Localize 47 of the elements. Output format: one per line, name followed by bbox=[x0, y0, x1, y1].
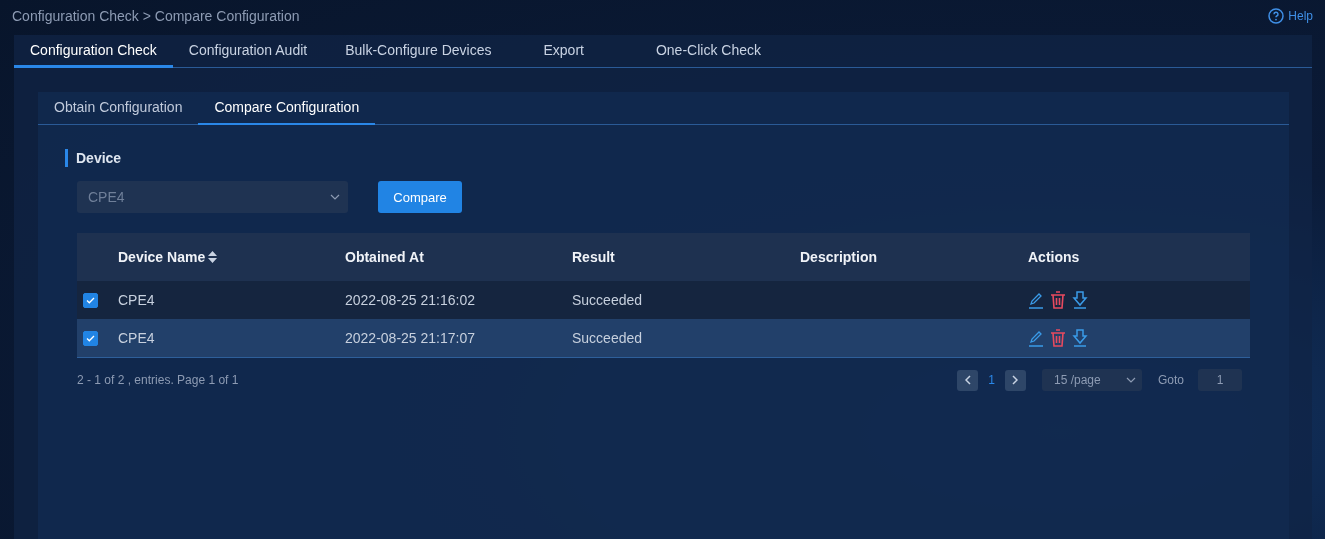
chevron-down-icon bbox=[330, 194, 340, 200]
goto-label: Goto bbox=[1158, 373, 1184, 387]
sub-tab[interactable]: Obtain Configuration bbox=[38, 92, 199, 125]
page-number[interactable]: 1 bbox=[988, 373, 995, 387]
column-header[interactable]: Device Name bbox=[118, 249, 345, 265]
tab[interactable]: Bulk-Configure Devices bbox=[329, 35, 508, 68]
section-title: Device bbox=[65, 149, 1250, 167]
chevron-left-icon bbox=[964, 375, 971, 385]
previous-page-button[interactable] bbox=[957, 369, 979, 391]
tab[interactable]: Configuration Check bbox=[14, 35, 173, 68]
help-icon bbox=[1268, 7, 1285, 24]
sub-tab[interactable]: Compare Configuration bbox=[198, 92, 376, 125]
sort-icon bbox=[208, 251, 218, 263]
help-link[interactable]: Help bbox=[1268, 7, 1313, 24]
column-header: Result bbox=[572, 249, 616, 265]
row-checkbox[interactable] bbox=[83, 292, 98, 308]
tab[interactable]: One-Click Check bbox=[639, 35, 777, 68]
row-checkbox[interactable] bbox=[83, 330, 98, 346]
table-cell-text: 2022-08-25 21:16:02 bbox=[345, 292, 476, 308]
chevron-right-icon bbox=[1012, 375, 1019, 385]
download-icon[interactable] bbox=[1072, 291, 1088, 309]
goto-field[interactable]: 1 bbox=[1198, 369, 1242, 391]
table-cell-text: CPE4 bbox=[118, 292, 156, 308]
delete-icon[interactable] bbox=[1050, 291, 1066, 309]
check-icon bbox=[86, 296, 95, 304]
edit-icon[interactable] bbox=[1028, 329, 1044, 347]
column-header: Actions bbox=[1028, 249, 1081, 265]
table-cell-text: CPE4 bbox=[118, 330, 156, 346]
tab[interactable]: Export bbox=[527, 35, 600, 68]
chevron-down-icon bbox=[1126, 377, 1136, 383]
edit-icon[interactable] bbox=[1028, 291, 1044, 309]
column-header: Description bbox=[800, 249, 878, 265]
table-row[interactable]: CPE4 2022-08-25 21:16:02 Succeeded bbox=[77, 281, 1250, 319]
download-icon[interactable] bbox=[1072, 329, 1088, 347]
table-cell-text: 2022-08-25 21:17:07 bbox=[345, 330, 476, 346]
compare-button[interactable]: Compare bbox=[378, 181, 462, 213]
column-header: Obtained At bbox=[345, 249, 425, 265]
page-size-select[interactable]: 15 /page bbox=[1042, 369, 1142, 391]
check-icon bbox=[86, 334, 95, 342]
table-cell-text: Succeeded bbox=[572, 330, 644, 346]
breadcrumb: Configuration Check > Compare Configuration bbox=[12, 7, 300, 24]
next-page-button[interactable] bbox=[1005, 369, 1026, 391]
table-cell-text: Succeeded bbox=[572, 292, 644, 308]
tab[interactable]: Configuration Audit bbox=[172, 35, 324, 68]
table-row[interactable]: CPE4 2022-08-25 21:17:07 Succeeded bbox=[77, 319, 1250, 357]
pagination-summary: 2 - 1 of 2 , entries. Page 1 of 1 bbox=[77, 373, 239, 387]
delete-icon[interactable] bbox=[1050, 329, 1066, 347]
